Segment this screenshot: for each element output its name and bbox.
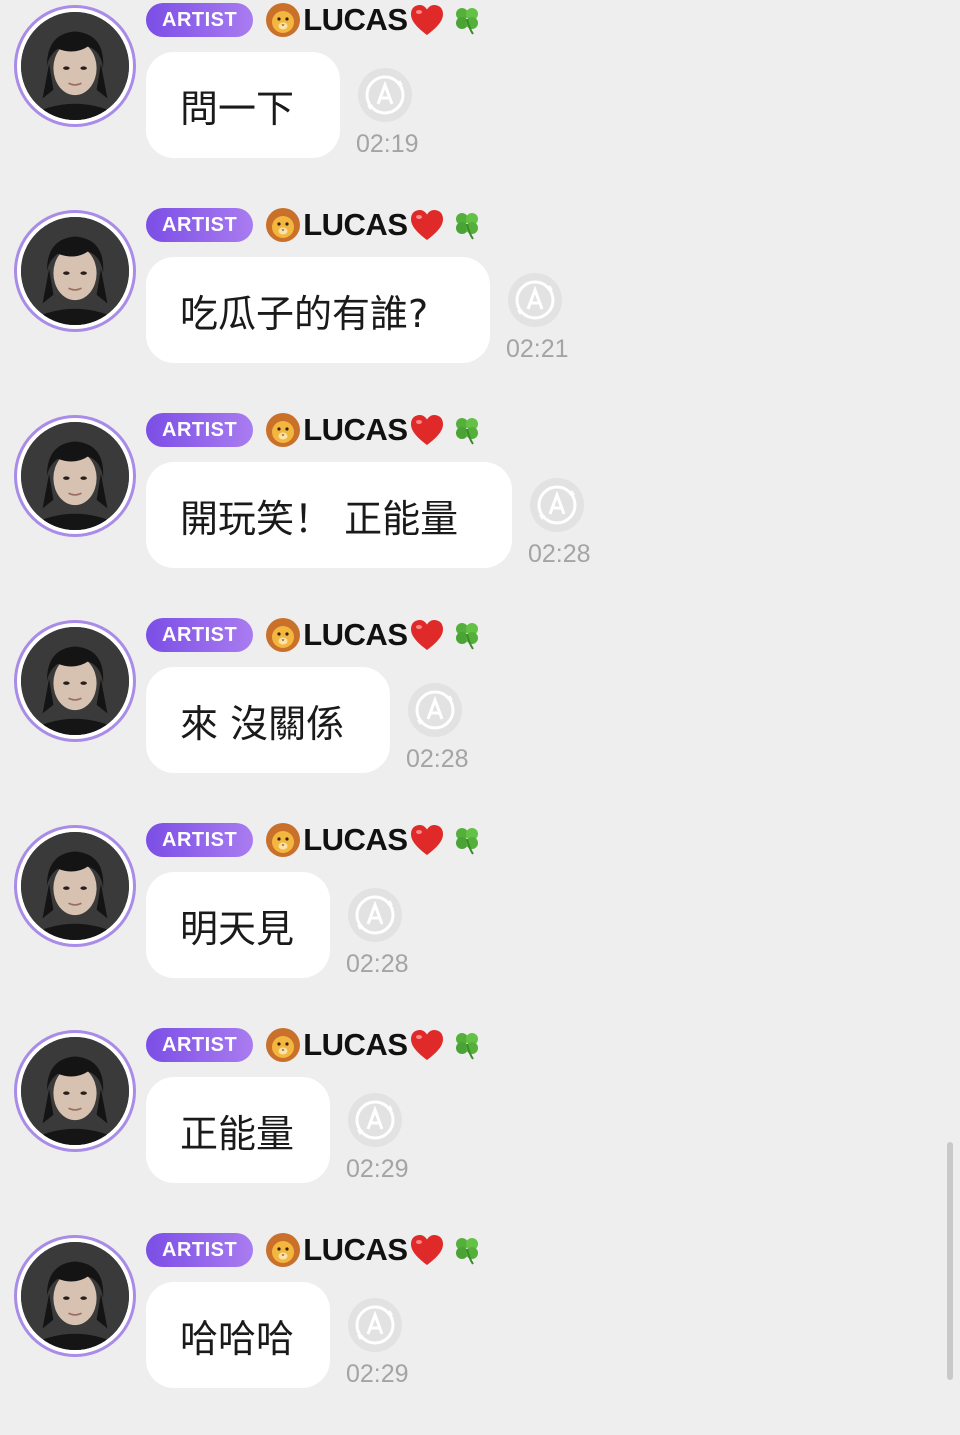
message-header: ARTIST LUCAS xyxy=(146,615,483,655)
four-leaf-clover-icon xyxy=(455,1238,478,1265)
auto-translate-icon[interactable] xyxy=(346,1296,404,1354)
sender-name[interactable]: LUCAS xyxy=(265,412,482,448)
artist-badge: ARTIST xyxy=(146,208,254,242)
message-header: ARTIST LUCAS xyxy=(146,1025,483,1065)
red-heart-icon xyxy=(410,5,443,35)
auto-translate-icon[interactable] xyxy=(346,886,404,944)
lion-face-icon xyxy=(266,413,301,447)
artist-badge: ARTIST xyxy=(146,823,254,857)
lion-face-icon xyxy=(266,823,301,857)
message-meta: 02:28 xyxy=(406,681,476,774)
four-leaf-clover-icon xyxy=(455,828,478,855)
sender-name[interactable]: LUCAS xyxy=(265,1232,482,1268)
chat-message: ARTIST LUCAS 問一下 02:19 xyxy=(0,0,960,205)
auto-translate-icon[interactable] xyxy=(406,681,464,739)
lion-face-icon xyxy=(266,1028,301,1062)
message-bubble[interactable]: 來 沒關係 xyxy=(146,667,390,773)
message-time: 02:29 xyxy=(346,1155,409,1183)
red-heart-icon xyxy=(410,825,443,855)
sender-name[interactable]: LUCAS xyxy=(265,822,482,858)
message-meta: 02:29 xyxy=(346,1296,416,1389)
message-header: ARTIST LUCAS xyxy=(146,820,483,860)
sender-name[interactable]: LUCAS xyxy=(265,2,482,38)
message-time: 02:28 xyxy=(528,540,591,568)
artist-badge: ARTIST xyxy=(146,413,254,447)
sender-name[interactable]: LUCAS xyxy=(265,617,482,653)
message-bubble[interactable]: 哈哈哈 xyxy=(146,1282,330,1388)
sender-name-text: LUCAS xyxy=(303,822,408,857)
sender-name-text: LUCAS xyxy=(303,1027,408,1062)
avatar[interactable] xyxy=(14,620,136,742)
message-time: 02:28 xyxy=(406,745,469,773)
sender-name[interactable]: LUCAS xyxy=(265,207,482,243)
message-time: 02:28 xyxy=(346,950,409,978)
sender-name-text: LUCAS xyxy=(303,207,408,242)
message-meta: 02:29 xyxy=(346,1091,416,1184)
auto-translate-icon[interactable] xyxy=(356,66,414,124)
auto-translate-icon[interactable] xyxy=(506,271,564,329)
message-meta: 02:19 xyxy=(356,66,426,159)
sender-name-text: LUCAS xyxy=(303,412,408,447)
chat-message: ARTIST LUCAS 吃瓜子的有誰? 02:21 xyxy=(0,205,960,410)
message-header: ARTIST LUCAS xyxy=(146,410,483,450)
auto-translate-icon[interactable] xyxy=(528,476,586,534)
scrollbar-thumb[interactable] xyxy=(947,1142,953,1380)
red-heart-icon xyxy=(410,1235,443,1265)
lion-face-icon xyxy=(266,1233,301,1267)
auto-translate-icon[interactable] xyxy=(346,1091,404,1149)
red-heart-icon xyxy=(410,210,443,240)
message-meta: 02:21 xyxy=(506,271,576,364)
sender-name-text: LUCAS xyxy=(303,617,408,652)
chat-message: ARTIST LUCAS 明天見 02:28 xyxy=(0,820,960,1025)
lion-face-icon xyxy=(266,3,301,37)
message-bubble[interactable]: 問一下 xyxy=(146,52,340,158)
avatar[interactable] xyxy=(14,415,136,537)
artist-badge: ARTIST xyxy=(146,618,254,652)
red-heart-icon xyxy=(410,415,443,445)
avatar[interactable] xyxy=(14,1030,136,1152)
sender-name-text: LUCAS xyxy=(303,2,408,37)
four-leaf-clover-icon xyxy=(455,623,478,650)
message-time: 02:29 xyxy=(346,1360,409,1388)
artist-badge: ARTIST xyxy=(146,1233,254,1267)
chat-message: ARTIST LUCAS 哈哈哈 02:29 xyxy=(0,1230,960,1435)
avatar[interactable] xyxy=(14,5,136,127)
chat-message: ARTIST LUCAS 正能量 02:29 xyxy=(0,1025,960,1230)
message-bubble[interactable]: 開玩笑！ 正能量 xyxy=(146,462,512,568)
sender-name[interactable]: LUCAS xyxy=(265,1027,482,1063)
chat-message: ARTIST LUCAS 開玩笑！ 正能量 02:28 xyxy=(0,410,960,615)
avatar[interactable] xyxy=(14,1235,136,1357)
avatar[interactable] xyxy=(14,825,136,947)
four-leaf-clover-icon xyxy=(455,213,478,240)
message-meta: 02:28 xyxy=(528,476,598,569)
artist-badge: ARTIST xyxy=(146,1028,254,1062)
artist-badge: ARTIST xyxy=(146,3,254,37)
four-leaf-clover-icon xyxy=(455,418,478,445)
chat-message-list[interactable]: ARTIST LUCAS 問一下 02:19 ARTIST LUCAS 吃瓜子的… xyxy=(0,0,960,1406)
four-leaf-clover-icon xyxy=(455,1033,478,1060)
message-bubble[interactable]: 吃瓜子的有誰? xyxy=(146,257,490,363)
chat-message: ARTIST LUCAS 來 沒關係 02:28 xyxy=(0,615,960,820)
lion-face-icon xyxy=(266,618,301,652)
lion-face-icon xyxy=(266,208,301,242)
message-meta: 02:28 xyxy=(346,886,416,979)
message-header: ARTIST LUCAS xyxy=(146,205,483,245)
four-leaf-clover-icon xyxy=(455,8,478,35)
red-heart-icon xyxy=(410,1030,443,1060)
message-time: 02:19 xyxy=(356,130,419,158)
sender-name-text: LUCAS xyxy=(303,1232,408,1267)
message-bubble[interactable]: 明天見 xyxy=(146,872,330,978)
message-header: ARTIST LUCAS xyxy=(146,1230,483,1270)
message-header: ARTIST LUCAS xyxy=(146,0,483,40)
red-heart-icon xyxy=(410,620,443,650)
message-bubble[interactable]: 正能量 xyxy=(146,1077,330,1183)
message-time: 02:21 xyxy=(506,335,569,363)
avatar[interactable] xyxy=(14,210,136,332)
